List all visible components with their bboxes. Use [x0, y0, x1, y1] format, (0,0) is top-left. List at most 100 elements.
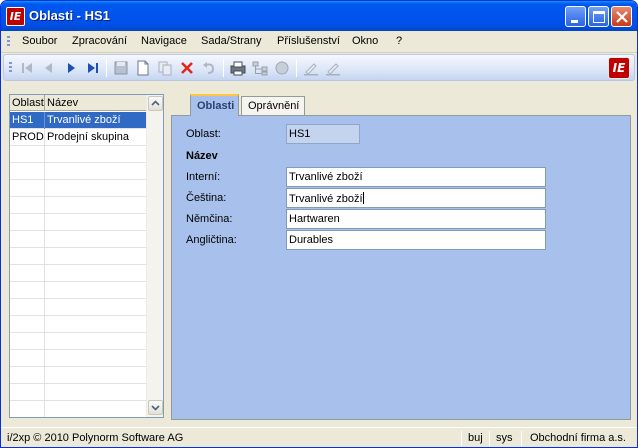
status-divider: [461, 431, 462, 446]
minimize-button[interactable]: [565, 6, 586, 27]
column-header-nazev[interactable]: Název: [47, 97, 78, 109]
empty-table-row[interactable]: [10, 299, 147, 316]
oblast-label: Oblast:: [186, 128, 221, 140]
empty-table-row[interactable]: [10, 146, 147, 163]
empty-table-row[interactable]: [10, 282, 147, 299]
maximize-icon: [593, 11, 605, 23]
copyright-text: i/2xp © 2010 Polynorm Software AG: [7, 432, 184, 444]
tab-page-oblasti: Oblast: HS1 Název Interní: Trvanlivé zbo…: [171, 115, 631, 420]
stop-icon[interactable]: [273, 59, 291, 77]
cestina-field[interactable]: Trvanlivé zboží: [286, 188, 546, 208]
cell-divider: [44, 197, 45, 214]
status-user: buj: [468, 432, 483, 444]
toolbar-separator: [296, 59, 297, 77]
cell-divider: [44, 146, 45, 163]
empty-table-row[interactable]: [10, 180, 147, 197]
scroll-up-button[interactable]: [148, 96, 163, 111]
chevron-up-icon: [151, 100, 160, 106]
empty-table-row[interactable]: [10, 316, 147, 333]
column-header-oblast[interactable]: Oblast: [12, 97, 44, 109]
print-icon[interactable]: [229, 59, 247, 77]
empty-table-row[interactable]: [10, 350, 147, 367]
nemcina-label: Němčina:: [186, 213, 233, 225]
minimize-icon: [571, 20, 578, 23]
empty-table-row[interactable]: [10, 248, 147, 265]
list-body: HS1 Trvanlivé zboží PROD Prodejní skupin…: [10, 112, 147, 417]
cell-divider: [44, 231, 45, 248]
brand-logo-button[interactable]: IE: [608, 57, 630, 79]
menu-grip[interactable]: [7, 36, 10, 48]
nazev-section-title: Název: [186, 150, 218, 162]
empty-table-row[interactable]: [10, 214, 147, 231]
row-code: HS1: [12, 114, 34, 126]
copy-icon[interactable]: [156, 59, 174, 77]
chevron-down-icon: [151, 405, 160, 411]
detail-area: Oblast: HS1 Název Interní: Trvanlivé zbo…: [171, 94, 631, 420]
save-icon[interactable]: [112, 59, 130, 77]
row-code: PROD: [12, 131, 44, 143]
first-record-icon[interactable]: [18, 59, 36, 77]
undo-icon[interactable]: [200, 59, 218, 77]
interni-field[interactable]: Trvanlivé zboží: [286, 167, 546, 187]
toolbar-grip[interactable]: [9, 62, 12, 74]
menu-navigace[interactable]: Navigace: [141, 35, 187, 47]
row-name: Prodejní skupina: [47, 131, 129, 143]
title-bar[interactable]: IE Oblasti - HS1: [1, 1, 637, 31]
tab-opravneni[interactable]: Oprávnění: [241, 96, 305, 115]
empty-table-row[interactable]: [10, 333, 147, 350]
empty-table-row[interactable]: [10, 163, 147, 180]
cell-divider: [44, 129, 45, 146]
maximize-button[interactable]: [588, 6, 609, 27]
tab-oblasti[interactable]: Oblasti: [190, 94, 239, 116]
edit-alt-icon[interactable]: [324, 59, 342, 77]
delete-icon[interactable]: [178, 59, 196, 77]
menu-sada-strany[interactable]: Sada/Strany: [201, 35, 262, 47]
table-row[interactable]: PROD Prodejní skupina: [10, 129, 147, 146]
empty-table-row[interactable]: [10, 231, 147, 248]
tree-icon[interactable]: [251, 59, 269, 77]
cell-divider: [44, 248, 45, 265]
oblast-field[interactable]: HS1: [286, 124, 360, 144]
anglictina-field[interactable]: Durables: [286, 230, 546, 250]
empty-table-row[interactable]: [10, 384, 147, 401]
empty-table-row[interactable]: [10, 265, 147, 282]
cestina-value: Trvanlivé zboží: [289, 193, 363, 205]
scroll-down-button[interactable]: [148, 400, 163, 415]
menu-prislusenstvi[interactable]: Příslušenství: [277, 35, 340, 47]
close-icon: [616, 11, 628, 23]
menu-soubor[interactable]: Soubor: [22, 35, 57, 47]
close-button[interactable]: [611, 6, 632, 27]
empty-table-row[interactable]: [10, 197, 147, 214]
last-record-icon[interactable]: [84, 59, 102, 77]
cell-divider: [44, 401, 45, 417]
status-system: sys: [496, 432, 513, 444]
anglictina-label: Angličtina:: [186, 234, 237, 246]
app-logo-icon[interactable]: IE: [6, 7, 25, 26]
empty-table-row[interactable]: [10, 401, 147, 417]
cell-divider: [44, 163, 45, 180]
status-divider: [489, 431, 490, 446]
list-header: Oblast Název: [10, 95, 147, 111]
edit-icon[interactable]: [302, 59, 320, 77]
new-icon[interactable]: [134, 59, 152, 77]
row-name: Trvanlivé zboží: [47, 114, 121, 126]
toolbar-separator: [106, 59, 107, 77]
menu-help[interactable]: ?: [396, 35, 402, 47]
list-scrollbar[interactable]: [146, 95, 163, 417]
nemcina-field[interactable]: Hartwaren: [286, 209, 546, 229]
status-bar: i/2xp © 2010 Polynorm Software AG buj sy…: [1, 427, 637, 447]
menu-bar: Soubor Zpracování Navigace Sada/Strany P…: [1, 31, 637, 53]
text-caret: [362, 192, 364, 204]
empty-table-row[interactable]: [10, 367, 147, 384]
status-company: Obchodní firma a.s.: [530, 432, 626, 444]
status-divider: [521, 431, 522, 446]
previous-record-icon[interactable]: [40, 59, 58, 77]
cell-divider: [44, 282, 45, 299]
table-row[interactable]: HS1 Trvanlivé zboží: [10, 112, 147, 129]
next-record-icon[interactable]: [62, 59, 80, 77]
cell-divider: [44, 350, 45, 367]
column-divider[interactable]: [44, 95, 45, 111]
menu-okno[interactable]: Okno: [352, 35, 378, 47]
menu-zpracovani[interactable]: Zpracování: [72, 35, 127, 47]
cell-divider: [44, 265, 45, 282]
